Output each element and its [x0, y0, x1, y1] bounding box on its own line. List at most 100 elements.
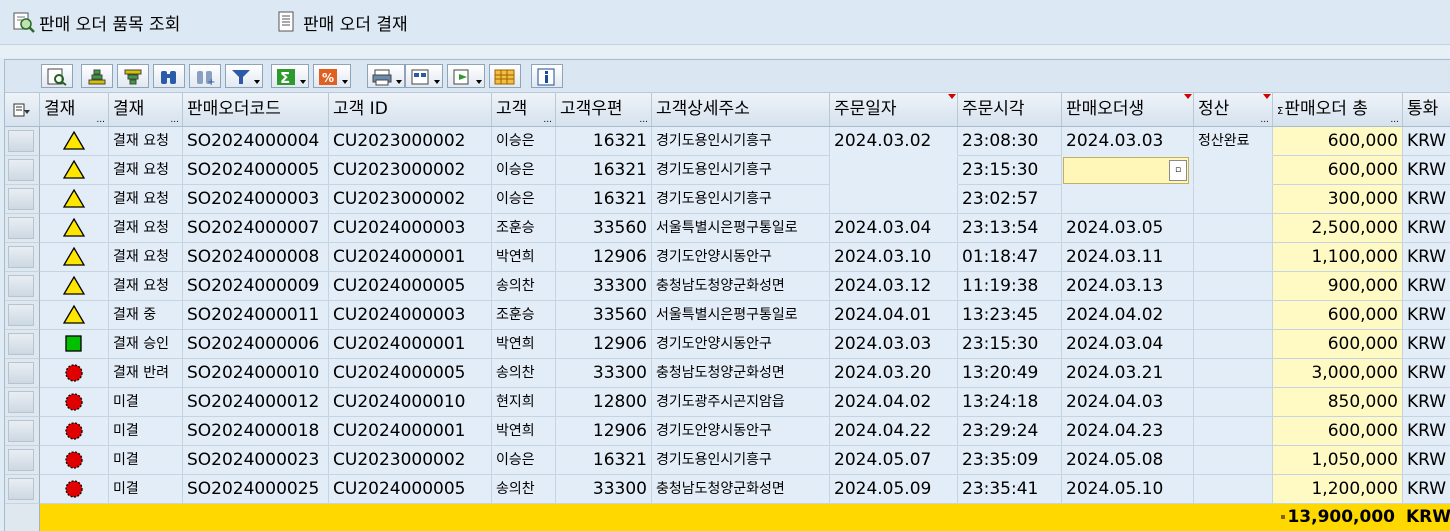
cust-value: CU2024000005: [333, 276, 466, 296]
sort-ascending-button[interactable]: [81, 64, 113, 88]
cell-settle: [1194, 214, 1273, 243]
table-row[interactable]: 결재 중 SO2024000011 CU2024000003 조훈승 33560 서울특별…: [5, 301, 1450, 330]
cell-cust: CU2023000002: [329, 156, 492, 185]
row-selector-box[interactable]: [8, 130, 34, 152]
subtotal-button[interactable]: %: [313, 64, 351, 88]
total-button[interactable]: Σ: [271, 64, 309, 88]
row-selector-box[interactable]: [8, 391, 34, 413]
views-button[interactable]: [405, 64, 443, 88]
cell-time: 23:15:30: [958, 156, 1062, 185]
table-row[interactable]: 결재 요청 SO2024000004 CU2023000002 이승은 16321 경기도…: [5, 127, 1450, 156]
find-next-button[interactable]: +: [189, 64, 221, 88]
information-button[interactable]: [531, 64, 563, 88]
row-selector-box[interactable]: [8, 217, 34, 239]
row-selector-box[interactable]: [8, 449, 34, 471]
row-selector-box[interactable]: [8, 333, 34, 355]
row-selector-box[interactable]: [8, 188, 34, 210]
print-button[interactable]: [367, 64, 405, 88]
export-button[interactable]: [447, 64, 485, 88]
calendar-help-icon[interactable]: ▫: [1169, 160, 1187, 181]
table-row[interactable]: 미결 SO2024000012 CU2024000010 현지희 12800 경기도광주시…: [5, 388, 1450, 417]
row-selector[interactable]: [5, 475, 40, 504]
table-row[interactable]: 결재 요청 SO2024000007 CU2024000003 조훈승 33560 서울특…: [5, 214, 1450, 243]
approval-button[interactable]: 판매 오더 결재: [276, 9, 408, 35]
cell-amount: 1,200,000: [1273, 475, 1403, 504]
filter-button[interactable]: [225, 64, 263, 88]
time-value: 11:19:38: [962, 276, 1039, 296]
header-customer-id[interactable]: 고객 ID: [329, 93, 492, 126]
addr-value: 경기도용인시기흥구: [656, 191, 772, 207]
table-row[interactable]: 미결 SO2024000018 CU2024000001 박연희 12906 경기도안양시…: [5, 417, 1450, 446]
cell-addr: 서울특별시은평구통일로: [652, 214, 830, 243]
header-approval-icon[interactable]: 결재...: [40, 93, 109, 126]
name-value: 이승은: [496, 162, 535, 178]
header-amount[interactable]: Σ판매오더 총...: [1273, 93, 1403, 126]
header-customer-name[interactable]: 고객...: [492, 93, 556, 126]
header-address[interactable]: 고객상세주소: [652, 93, 830, 126]
created-date-input[interactable]: ▫: [1063, 157, 1189, 184]
table-row[interactable]: 미결 SO2024000023 CU2023000002 이승은 16321 경기도용인시…: [5, 446, 1450, 475]
table-row[interactable]: 결재 요청 SO2024000009 CU2024000005 송의찬 33300 충청남…: [5, 272, 1450, 301]
row-selector[interactable]: [5, 185, 40, 214]
warning-icon: [40, 156, 109, 185]
document-list-icon: [276, 11, 300, 33]
cell-cust: CU2024000003: [329, 214, 492, 243]
layout-button[interactable]: [489, 64, 521, 88]
header-currency[interactable]: 통화: [1403, 93, 1450, 126]
header-approval-status[interactable]: 결재...: [109, 93, 183, 126]
row-selector-box[interactable]: [8, 420, 34, 442]
row-selector[interactable]: [5, 417, 40, 446]
code-value: SO2024000012: [187, 392, 320, 412]
cell-cust: CU2024000010: [329, 388, 492, 417]
details-icon: [47, 68, 67, 86]
time-value: 23:08:30: [962, 131, 1039, 151]
row-selector-box[interactable]: [8, 275, 34, 297]
sort-descending-button[interactable]: [117, 64, 149, 88]
details-button[interactable]: [41, 64, 73, 88]
header-created[interactable]: 판매오더생: [1062, 93, 1194, 126]
cell-settle: [1194, 446, 1273, 475]
table-row[interactable]: 결재 요청 SO2024000003 CU2023000002 이승은 16321 경기도…: [5, 185, 1450, 214]
cell-settle: 정산완료: [1194, 127, 1273, 156]
row-selector[interactable]: [5, 359, 40, 388]
row-selector-box[interactable]: [8, 159, 34, 181]
cell-time: 23:35:09: [958, 446, 1062, 475]
name-value: 송의찬: [496, 278, 535, 294]
row-selector[interactable]: [5, 214, 40, 243]
addr-value: 충청남도청양군화성면: [656, 278, 785, 294]
header-order-date[interactable]: 주문일자: [830, 93, 958, 126]
table-row[interactable]: 미결 SO2024000025 CU2024000005 송의찬 33300 충청남도청양…: [5, 475, 1450, 504]
row-selector-box[interactable]: [8, 362, 34, 384]
addr-value: 서울특별시은평구통일로: [656, 220, 798, 236]
header-zip[interactable]: 고객우편...: [556, 93, 652, 126]
row-selector[interactable]: [5, 388, 40, 417]
row-selector[interactable]: [5, 330, 40, 359]
select-all-icon[interactable]: [5, 93, 40, 126]
header-settle[interactable]: 정산...: [1194, 93, 1273, 126]
cell-date: 2024.04.22: [830, 417, 958, 446]
row-selector[interactable]: [5, 446, 40, 475]
table-row[interactable]: 결재 요청 SO2024000008 CU2024000001 박연희 12906 경기도…: [5, 243, 1450, 272]
row-selector[interactable]: [5, 243, 40, 272]
row-selector-box[interactable]: [8, 304, 34, 326]
row-selector-box[interactable]: [8, 246, 34, 268]
header-order-time[interactable]: 주문시각: [958, 93, 1062, 126]
time-value: 13:20:49: [962, 363, 1039, 383]
cell-date: 2024.04.02: [830, 388, 958, 417]
row-selector[interactable]: [5, 156, 40, 185]
code-value: SO2024000006: [187, 334, 320, 354]
item-query-button[interactable]: 판매 오더 품목 조회: [12, 9, 180, 35]
table-row[interactable]: 결재 승인 SO2024000006 CU2024000001 박연희 12906 경기도…: [5, 330, 1450, 359]
table-row[interactable]: 결재 요청 SO2024000005 CU2023000002 이승은 16321 경기도…: [5, 156, 1450, 185]
row-selector[interactable]: [5, 301, 40, 330]
find-button[interactable]: [153, 64, 185, 88]
table-row[interactable]: 결재 반려 SO2024000010 CU2024000005 송의찬 33300 충청남…: [5, 359, 1450, 388]
header-order-code[interactable]: 판매오더코드: [183, 93, 329, 126]
row-selector-box[interactable]: [8, 478, 34, 500]
row-selector[interactable]: [5, 127, 40, 156]
cell-zip: 12800: [556, 388, 652, 417]
amount-value: 1,200,000: [1311, 479, 1398, 499]
total-row-selector[interactable]: [5, 504, 40, 531]
printer-icon: [372, 69, 392, 86]
row-selector[interactable]: [5, 272, 40, 301]
